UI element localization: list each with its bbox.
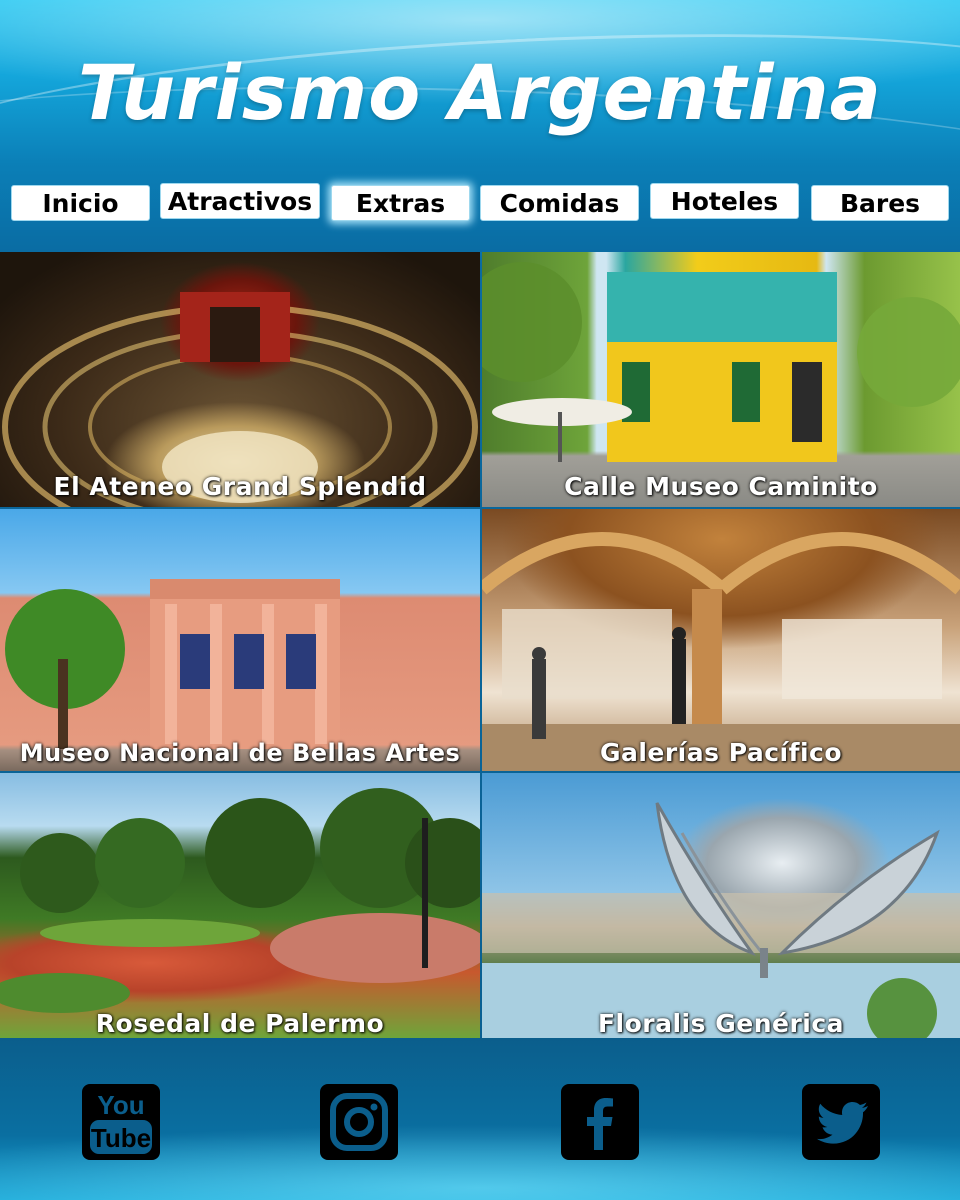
caminito-image <box>482 262 960 462</box>
bellas-artes-image <box>5 579 340 749</box>
facebook-link[interactable] <box>561 1084 639 1160</box>
site-title: Turismo Argentina <box>78 48 882 137</box>
facebook-icon <box>587 1098 613 1150</box>
tile-caption: Floralis Genérica <box>597 1009 845 1038</box>
tile-el-ateneo[interactable]: El Ateneo Grand Splendid <box>0 252 480 507</box>
footer: You Tube <box>0 1038 960 1200</box>
nav-hoteles[interactable]: Hoteles <box>650 183 799 219</box>
tile-caption: Museo Nacional de Bellas Artes <box>19 739 461 767</box>
galerias-pacifico-image <box>482 532 960 771</box>
twitter-link[interactable] <box>802 1084 880 1160</box>
tile-caption: Calle Museo Caminito <box>564 472 878 501</box>
rosedal-image <box>0 788 480 1013</box>
instagram-icon <box>330 1093 388 1151</box>
nav-comidas[interactable]: Comidas <box>480 185 639 221</box>
youtube-link[interactable]: You Tube <box>82 1084 160 1160</box>
instagram-link[interactable] <box>320 1084 398 1160</box>
nav-inicio[interactable]: Inicio <box>11 185 150 221</box>
tile-caption: Rosedal de Palermo <box>95 1009 385 1038</box>
nav-extras[interactable]: Extras <box>331 185 470 221</box>
floralis-image <box>482 802 960 1038</box>
tile-caption: El Ateneo Grand Splendid <box>53 472 427 501</box>
tile-bellas-artes[interactable]: Museo Nacional de Bellas Artes <box>0 509 480 771</box>
el-ateneo-image <box>2 292 478 507</box>
tile-rosedal[interactable]: Rosedal de Palermo <box>0 773 480 1038</box>
tile-galerias-pacifico[interactable]: Galerías Pacífico <box>482 509 960 771</box>
main-nav: Inicio Atractivos Extras Comidas Hoteles… <box>0 183 960 225</box>
nav-atractivos[interactable]: Atractivos <box>160 183 320 219</box>
attractions-gallery: El Ateneo Grand Splendid Calle Museo Cam… <box>0 252 960 1038</box>
svg-text:You: You <box>97 1090 144 1120</box>
nav-bares[interactable]: Bares <box>811 185 949 221</box>
tile-caminito[interactable]: Calle Museo Caminito <box>482 252 960 507</box>
tile-caption: Galerías Pacífico <box>599 738 843 767</box>
tile-floralis[interactable]: Floralis Genérica <box>482 773 960 1038</box>
youtube-icon: You Tube <box>90 1090 152 1154</box>
twitter-icon <box>817 1102 868 1144</box>
svg-text:Tube: Tube <box>91 1123 151 1153</box>
header: Turismo Argentina Inicio Atractivos Extr… <box>0 0 960 252</box>
